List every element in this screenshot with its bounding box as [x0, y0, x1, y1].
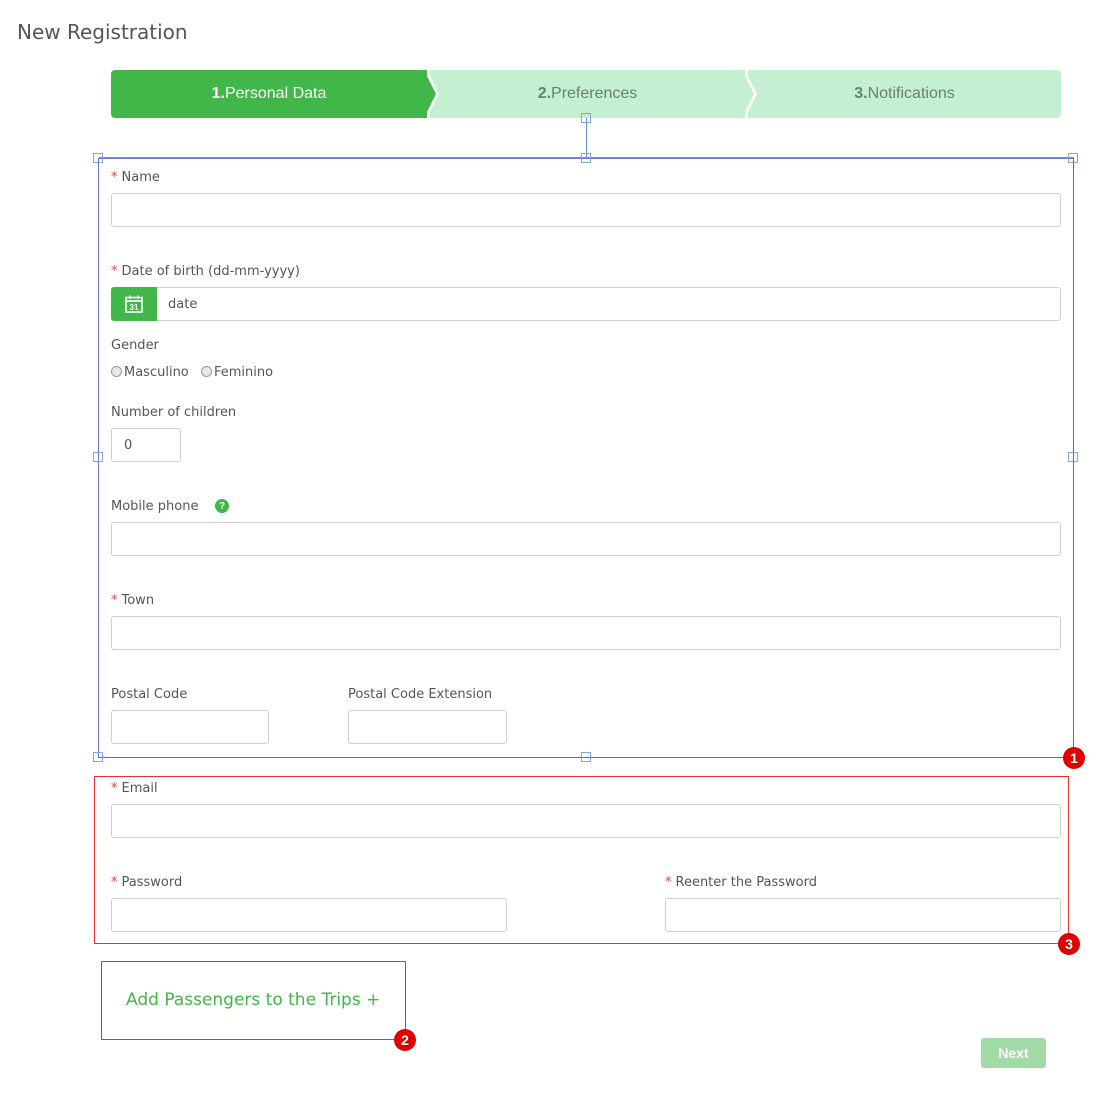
annotation-badge-2: 2: [394, 1029, 416, 1051]
resize-handle-t[interactable]: [581, 153, 591, 163]
mobile-input[interactable]: [111, 522, 1061, 556]
gender-option-feminino[interactable]: Feminino: [201, 365, 273, 380]
required-marker: *: [111, 875, 118, 890]
postal-ext-label: Postal Code Extension: [348, 687, 493, 702]
name-input[interactable]: [111, 193, 1061, 227]
town-label-text: Town: [121, 593, 155, 608]
email-label: * Email: [111, 781, 158, 796]
step-number: 2.: [537, 85, 552, 102]
step-arrow: [742, 70, 754, 118]
radio-label: Masculino: [124, 365, 189, 380]
step-number: 1.: [211, 85, 225, 102]
required-marker: *: [111, 170, 118, 185]
next-button[interactable]: Next: [981, 1038, 1046, 1068]
dob-label: * Date of birth (dd-mm-yyyy): [111, 264, 300, 279]
radio-label: Feminino: [214, 365, 274, 380]
step-arrow: [424, 70, 436, 118]
step-label: Notifications: [867, 85, 955, 102]
password-confirm-label: * Reenter the Password: [665, 875, 817, 890]
required-marker: *: [111, 593, 118, 608]
selection-connector: [586, 118, 587, 158]
resize-handle-bl[interactable]: [93, 752, 103, 762]
required-marker: *: [665, 875, 672, 890]
calendar-icon: 31: [125, 295, 143, 313]
postal-code-label: Postal Code: [111, 687, 188, 702]
postal-ext-input[interactable]: [348, 710, 507, 744]
email-input[interactable]: [111, 804, 1061, 838]
step-label: Personal Data: [224, 85, 327, 102]
add-passengers-link[interactable]: Add Passengers to the Trips +: [126, 990, 380, 1010]
step-notifications[interactable]: 3. Notifications: [748, 70, 1061, 118]
step-label: Preferences: [551, 85, 638, 102]
password-confirm-label-text: Reenter the Password: [675, 875, 817, 890]
name-label-text: Name: [121, 170, 160, 185]
password-input[interactable]: [111, 898, 507, 932]
postal-code-input[interactable]: [111, 710, 269, 744]
resize-handle-tl[interactable]: [93, 153, 103, 163]
gender-option-masculino[interactable]: Masculino: [111, 365, 189, 380]
annotation-badge-1: 1: [1063, 747, 1085, 769]
password-confirm-input[interactable]: [665, 898, 1061, 932]
required-marker: *: [111, 781, 118, 796]
gender-label: Gender: [111, 338, 159, 353]
password-label: * Password: [111, 875, 182, 890]
email-label-text: Email: [121, 781, 158, 796]
children-input[interactable]: 0: [111, 428, 181, 462]
step-preferences[interactable]: 2. Preferences: [430, 70, 745, 118]
selection-rotate-handle[interactable]: [581, 113, 591, 123]
children-label: Number of children: [111, 405, 237, 420]
date-picker-button[interactable]: 31: [111, 287, 157, 321]
name-label: * Name: [111, 170, 160, 185]
resize-handle-b[interactable]: [581, 752, 591, 762]
town-label: * Town: [111, 593, 154, 608]
radio-circle[interactable]: [111, 366, 122, 377]
dob-placeholder: date: [168, 296, 198, 312]
dob-input[interactable]: date: [155, 287, 1061, 321]
town-input[interactable]: [111, 616, 1061, 650]
wizard-stepper: 1. Personal Data 2. Preferences 3. Notifica…: [111, 70, 1061, 118]
calendar-icon-text: 31: [130, 303, 139, 312]
annotation-badge-3: 3: [1058, 933, 1080, 955]
annotation-region-1: [99, 157, 1074, 758]
page-title: New Registration: [17, 20, 188, 44]
step-number: 3.: [854, 85, 868, 102]
radio-circle[interactable]: [201, 366, 212, 377]
step-personal-data[interactable]: 1. Personal Data: [111, 70, 427, 118]
question-icon[interactable]: ?: [215, 499, 229, 513]
mobile-label: Mobile phone: [111, 499, 199, 514]
password-label-text: Password: [121, 875, 183, 890]
resize-handle-l[interactable]: [93, 452, 103, 462]
resize-handle-tr[interactable]: [1068, 153, 1078, 163]
dob-label-text: Date of birth (dd-mm-yyyy): [121, 264, 300, 279]
resize-handle-r[interactable]: [1068, 452, 1078, 462]
required-marker: *: [111, 264, 118, 279]
